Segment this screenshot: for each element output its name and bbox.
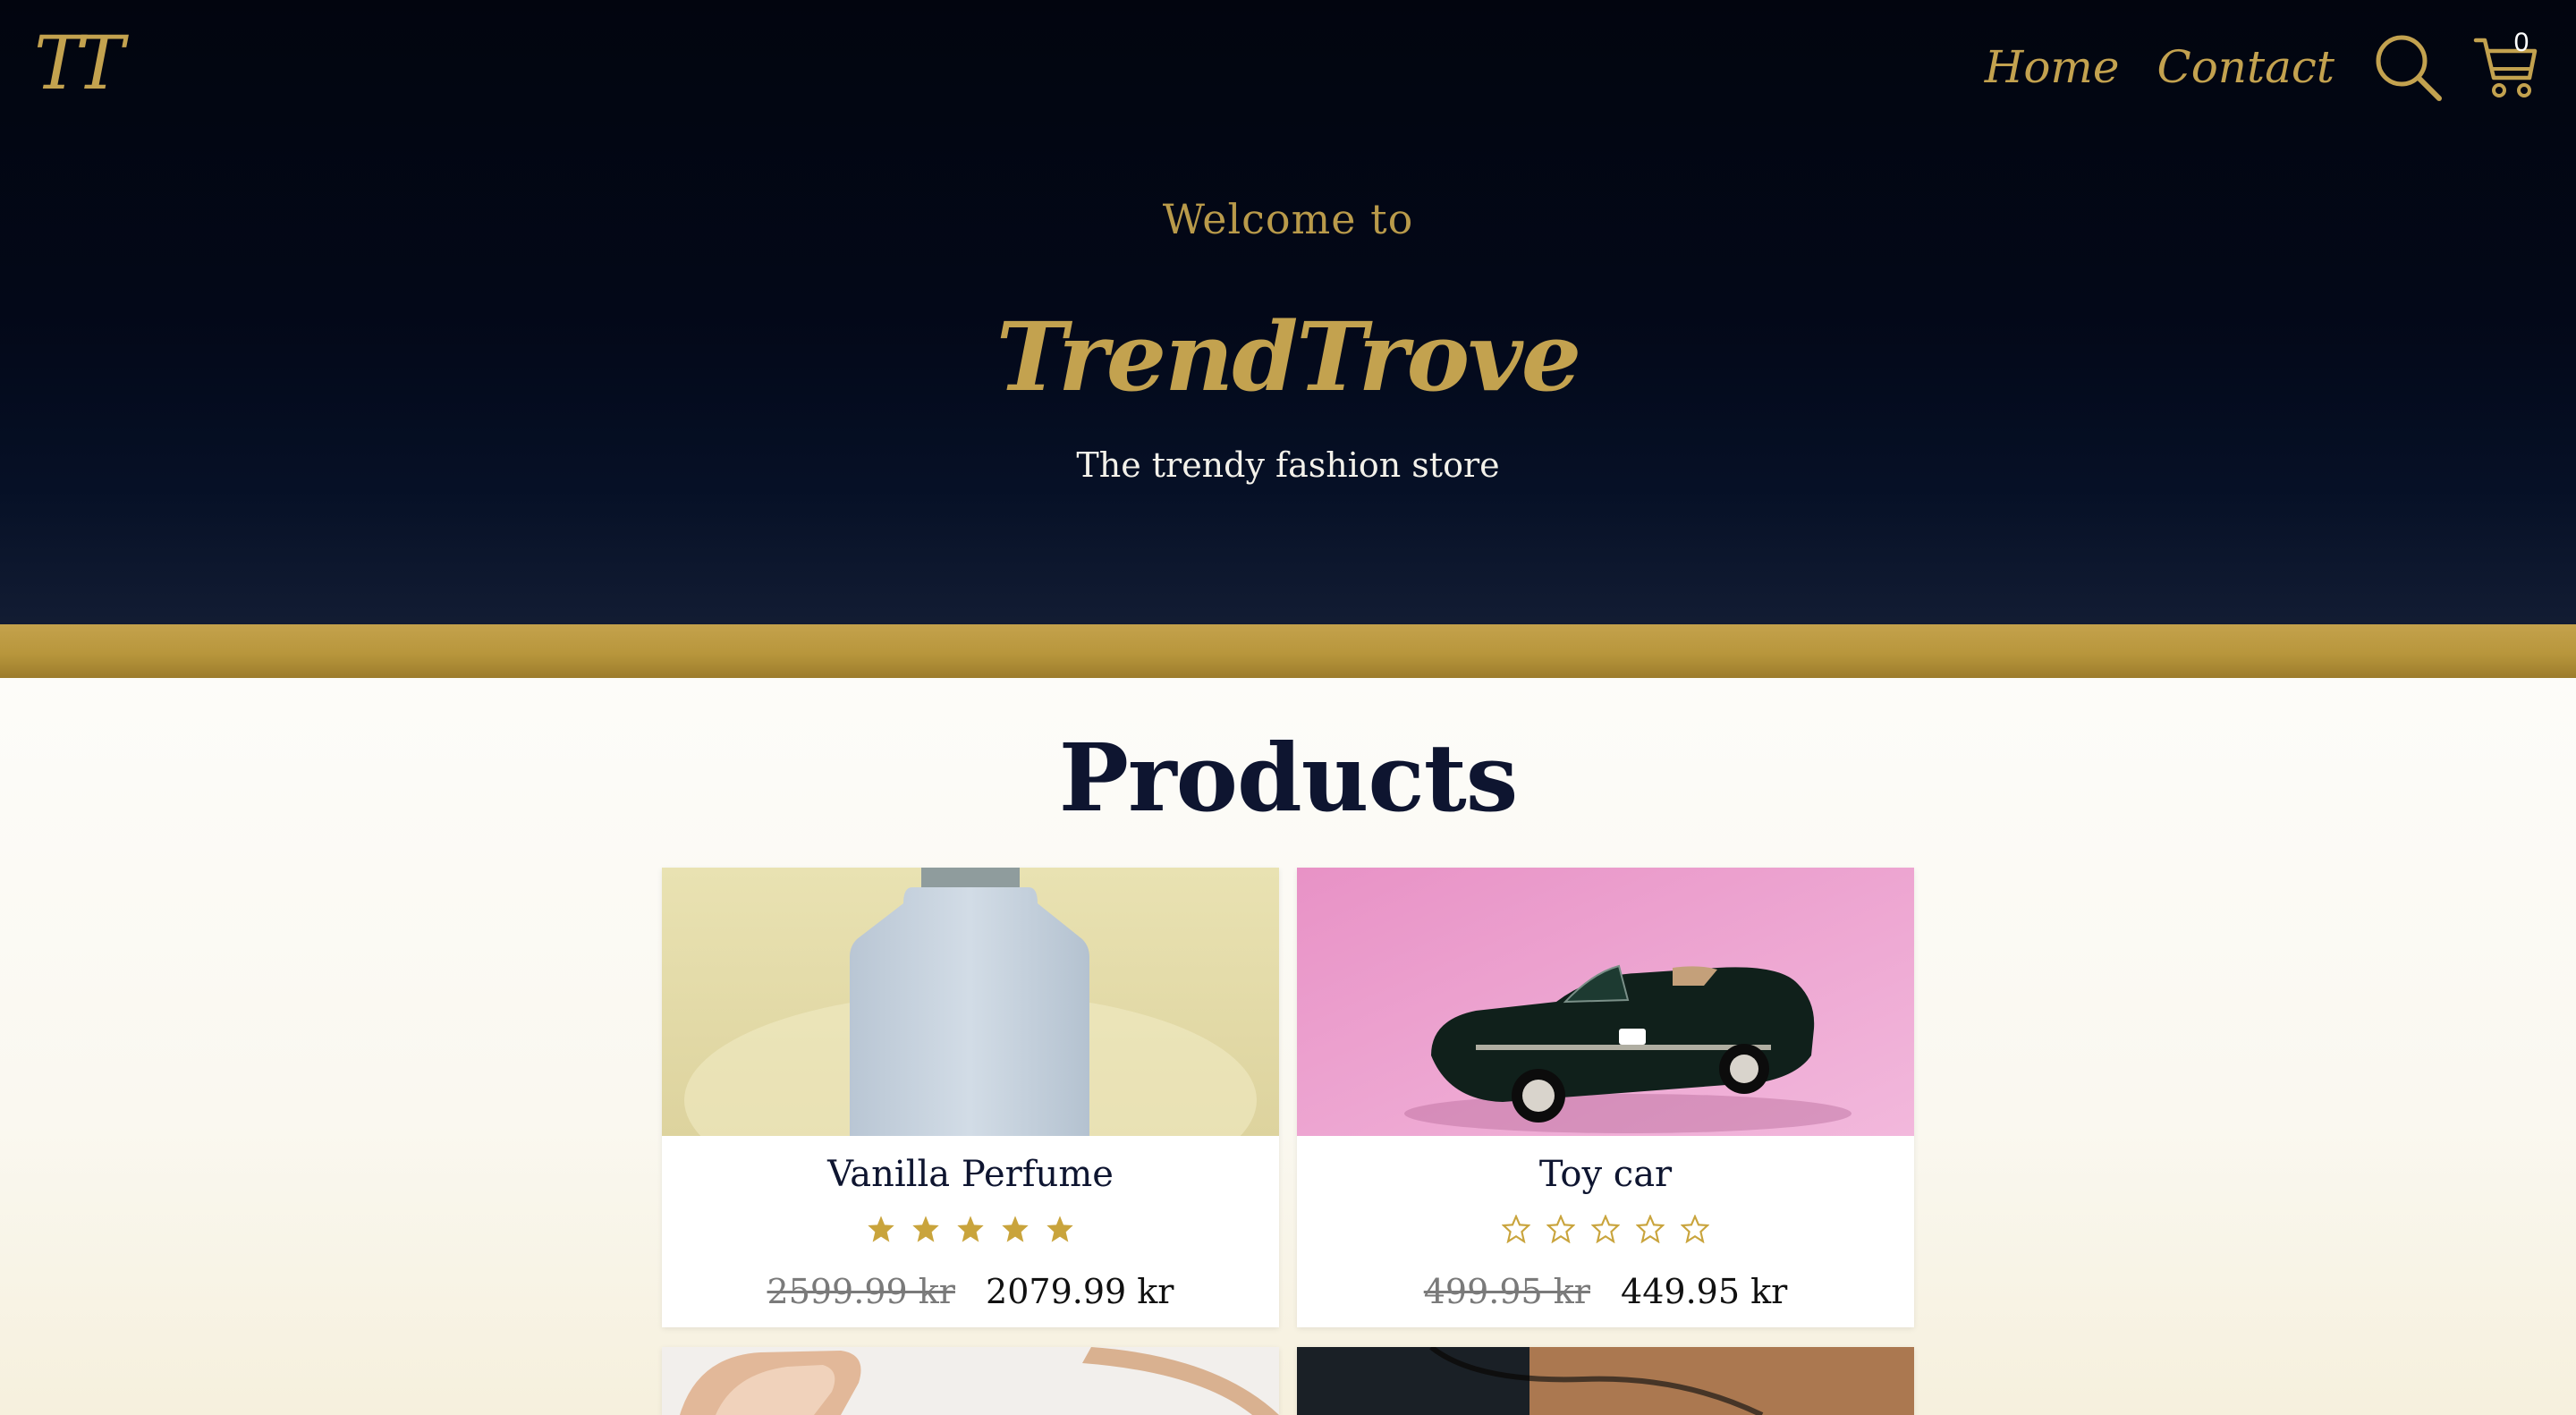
star-filled-icon (1046, 1216, 1073, 1242)
star-filled-icon (868, 1216, 894, 1242)
star-outline-icon (1681, 1215, 1709, 1243)
product-card-cable[interactable] (1297, 1347, 1914, 1415)
star-outline-icon (1502, 1215, 1530, 1243)
headphones-image[interactable] (662, 1347, 1279, 1415)
search-button[interactable] (2372, 31, 2444, 103)
price-block: 2599.99 kr 2079.99 kr (662, 1272, 1279, 1311)
star-outline-icon (1636, 1215, 1665, 1243)
products-section: Products Vanilla Perfume 2599.99 kr 2079… (0, 678, 2576, 1415)
hero-brand-title: TrendTrove (996, 301, 1581, 412)
star-filled-icon (912, 1216, 939, 1242)
nav-link-home[interactable]: Home (1985, 45, 2120, 89)
sale-price: 449.95 kr (1621, 1272, 1788, 1311)
products-heading: Products (1058, 723, 1519, 833)
sale-price: 2079.99 kr (986, 1272, 1174, 1311)
product-name[interactable]: Toy car (1297, 1154, 1914, 1195)
nav-link-contact[interactable]: Contact (2157, 45, 2334, 89)
cable-image[interactable] (1297, 1347, 1914, 1415)
search-icon (2376, 35, 2442, 101)
hero-header: TT Home Contact 0 Welcome to TrendTrove … (0, 0, 2576, 624)
original-price: 499.95 kr (1423, 1272, 1590, 1311)
logo[interactable]: TT (34, 20, 124, 109)
gold-divider (0, 624, 2576, 678)
price-block: 499.95 kr 449.95 kr (1297, 1272, 1914, 1311)
product-card-headphones[interactable] (662, 1347, 1279, 1415)
star-filled-icon (957, 1216, 984, 1242)
hero-welcome: Welcome to (1162, 195, 1414, 243)
star-filled-icon (1002, 1216, 1029, 1242)
product-name[interactable]: Vanilla Perfume (662, 1154, 1279, 1195)
star-outline-icon (1591, 1215, 1620, 1243)
product-card-toy-car[interactable]: Toy car 499.95 kr 449.95 kr (1297, 868, 1914, 1327)
star-outline-icon (1546, 1215, 1575, 1243)
cart-count-badge: 0 (2513, 28, 2529, 57)
original-price: 2599.99 kr (767, 1272, 955, 1311)
toy-car-image[interactable] (1297, 868, 1914, 1136)
hero-tagline: The trendy fashion store (1076, 445, 1500, 485)
perfume-bottle-image[interactable] (662, 868, 1279, 1136)
rating-stars (662, 1215, 1279, 1243)
rating-stars (1297, 1215, 1914, 1243)
cart-button[interactable]: 0 (2470, 28, 2542, 103)
main-nav: Home Contact 0 (1985, 0, 2576, 134)
product-card-vanilla-perfume[interactable]: Vanilla Perfume 2599.99 kr 2079.99 kr (662, 868, 1279, 1327)
